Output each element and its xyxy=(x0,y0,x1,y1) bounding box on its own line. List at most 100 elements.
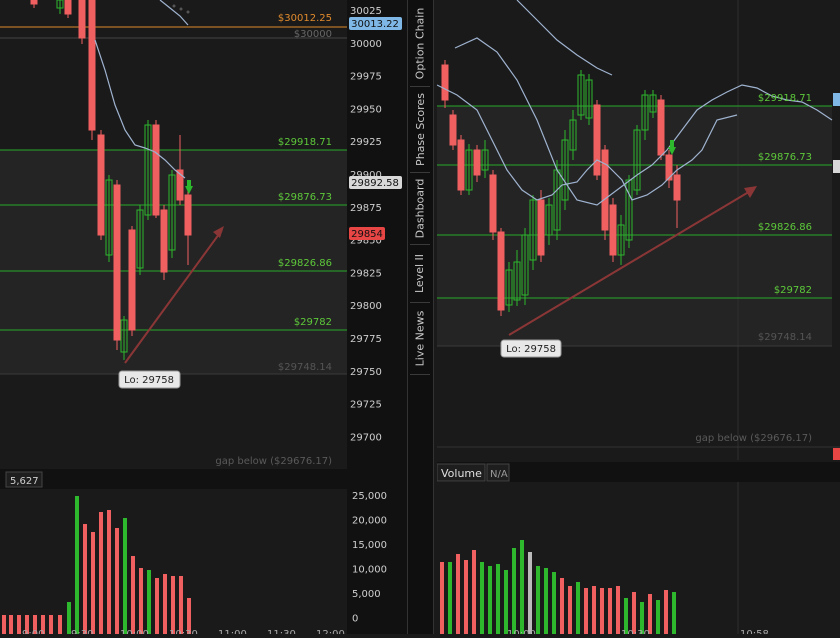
candle-body xyxy=(673,174,681,201)
price-tick-label: 30025 xyxy=(350,6,382,17)
candle-body xyxy=(128,229,136,331)
level-label-29876: $29876.73 xyxy=(758,152,812,163)
level-label-29918: $29918.71 xyxy=(278,137,332,148)
volume-bar xyxy=(528,552,532,634)
volume-bar xyxy=(75,496,79,634)
price-tick-label: 30000 xyxy=(350,39,382,50)
gap-label: gap below ($29676.17) xyxy=(215,456,332,466)
level-label-29826: $29826.86 xyxy=(758,222,812,233)
volume-bar xyxy=(608,588,612,634)
candle-body xyxy=(78,0,86,39)
candle-body xyxy=(184,194,192,236)
low-callout-text: Lo: 29758 xyxy=(124,375,174,386)
candle-body xyxy=(537,199,545,256)
price-tick-label: 29950 xyxy=(350,104,382,115)
tab-dashboard[interactable]: Dashboard xyxy=(410,172,430,245)
level-label-29782: $29782 xyxy=(294,317,332,328)
volume-bar xyxy=(664,590,668,634)
right-axis-badge-gray xyxy=(833,160,840,173)
candle-body xyxy=(593,104,601,176)
price-tick-label: 29725 xyxy=(350,400,382,411)
candle-body xyxy=(657,99,665,156)
volume-bar xyxy=(91,532,95,634)
level-label-29876: $29876.73 xyxy=(278,192,332,203)
level-label-29826: $29826.86 xyxy=(278,258,332,269)
price-tick-label: 29825 xyxy=(350,268,382,279)
price-tick-label: 29750 xyxy=(350,367,382,378)
volume-tick-label: 25,000 xyxy=(352,491,387,502)
time-tick-label: 10:30 xyxy=(621,629,650,634)
volume-bar xyxy=(123,518,127,634)
volume-bar xyxy=(568,586,572,634)
volume-bar xyxy=(472,550,476,634)
volume-bar xyxy=(504,570,508,634)
level-label-orange: $30012.25 xyxy=(278,13,332,24)
candle-body xyxy=(457,139,465,191)
volume-bar xyxy=(147,570,151,634)
price-tick-label: 29975 xyxy=(350,72,382,83)
volume-bar xyxy=(58,615,62,634)
time-tick-label: 10:00 xyxy=(120,629,149,634)
volume-bar xyxy=(592,586,596,634)
volume-bar xyxy=(600,588,604,634)
candle-body xyxy=(160,209,168,273)
volume-bar xyxy=(488,566,492,634)
time-tick-label: 10:00 xyxy=(507,629,536,634)
volume-tick-label: 10,000 xyxy=(352,565,387,576)
low-callout: Lo: 29758 xyxy=(500,339,562,358)
volume-bar xyxy=(536,566,540,634)
volume-bar xyxy=(456,554,460,634)
volume-bar xyxy=(131,556,135,634)
level-label-30000: $30000 xyxy=(294,29,332,40)
volume-bar xyxy=(520,540,524,634)
candle-body xyxy=(497,231,505,311)
volume-tick-label: 15,000 xyxy=(352,540,387,551)
low-callout: Lo: 29758 xyxy=(118,370,181,389)
volume-bars xyxy=(440,540,676,634)
tab-live-news[interactable]: Live News xyxy=(410,302,430,375)
volume-bar xyxy=(179,576,183,634)
volume-tick-label: 0 xyxy=(352,614,358,625)
volume-value: 5,627 xyxy=(10,476,39,487)
volume-bar xyxy=(171,576,175,634)
volume-bar xyxy=(632,592,636,634)
right-price-chart[interactable]: $29918.71 $29876.73 $29826.86 $29782 $29… xyxy=(436,0,840,461)
time-tick-label: 11:30 xyxy=(267,629,296,634)
left-volume-pane[interactable]: 5,627 25,000 20,000 15,000 10,000 5,000 0 9:0… xyxy=(0,466,407,638)
tab-level-ii[interactable]: Level II xyxy=(410,244,430,303)
volume-tab-label: Volume xyxy=(441,467,482,480)
volume-bar xyxy=(512,548,516,634)
volume-bar xyxy=(464,560,468,634)
price-tick-label: 29925 xyxy=(350,137,382,148)
left-price-axis[interactable]: 30025 30000 29975 29950 29925 29900 29875 29850… xyxy=(347,0,407,466)
left-price-chart[interactable]: $30012.25 $30000 $29918.71 $29876.73 $29… xyxy=(0,0,347,467)
time-tick-label: 9:30 xyxy=(71,629,93,634)
volume-tick-label: 5,000 xyxy=(352,589,381,600)
volume-bar xyxy=(115,528,119,634)
candle-body xyxy=(97,134,105,236)
gap-label: gap below ($29676.17) xyxy=(695,433,812,444)
price-tick-label: 29775 xyxy=(350,334,382,345)
volume-bar xyxy=(584,588,588,634)
volume-bar xyxy=(544,568,548,634)
volume-bar xyxy=(480,562,484,634)
tab-option-chain[interactable]: Option Chain xyxy=(410,0,430,87)
candle-body xyxy=(489,174,497,233)
volume-bar xyxy=(656,600,660,634)
volume-bar xyxy=(83,524,87,634)
volume-bar xyxy=(107,510,111,634)
candle-body xyxy=(473,149,481,176)
volume-bar xyxy=(552,572,556,634)
volume-bar xyxy=(99,512,103,634)
volume-bar xyxy=(560,578,564,634)
candle-body xyxy=(441,64,449,101)
right-volume-pane[interactable]: Volume N/A 10:00 10:30 10:58 xyxy=(436,462,840,638)
tab-phase-scores[interactable]: Phase Scores xyxy=(410,86,430,173)
candle-body xyxy=(88,0,96,131)
volume-bar xyxy=(576,582,580,634)
level-label-29748: $29748.14 xyxy=(278,362,332,373)
price-badge-gray-text: 29892.58 xyxy=(351,178,399,189)
time-tick-label: 10:58 xyxy=(740,629,769,634)
level-label-29782: $29782 xyxy=(774,285,812,296)
right-axis-badge-blue xyxy=(833,93,840,106)
